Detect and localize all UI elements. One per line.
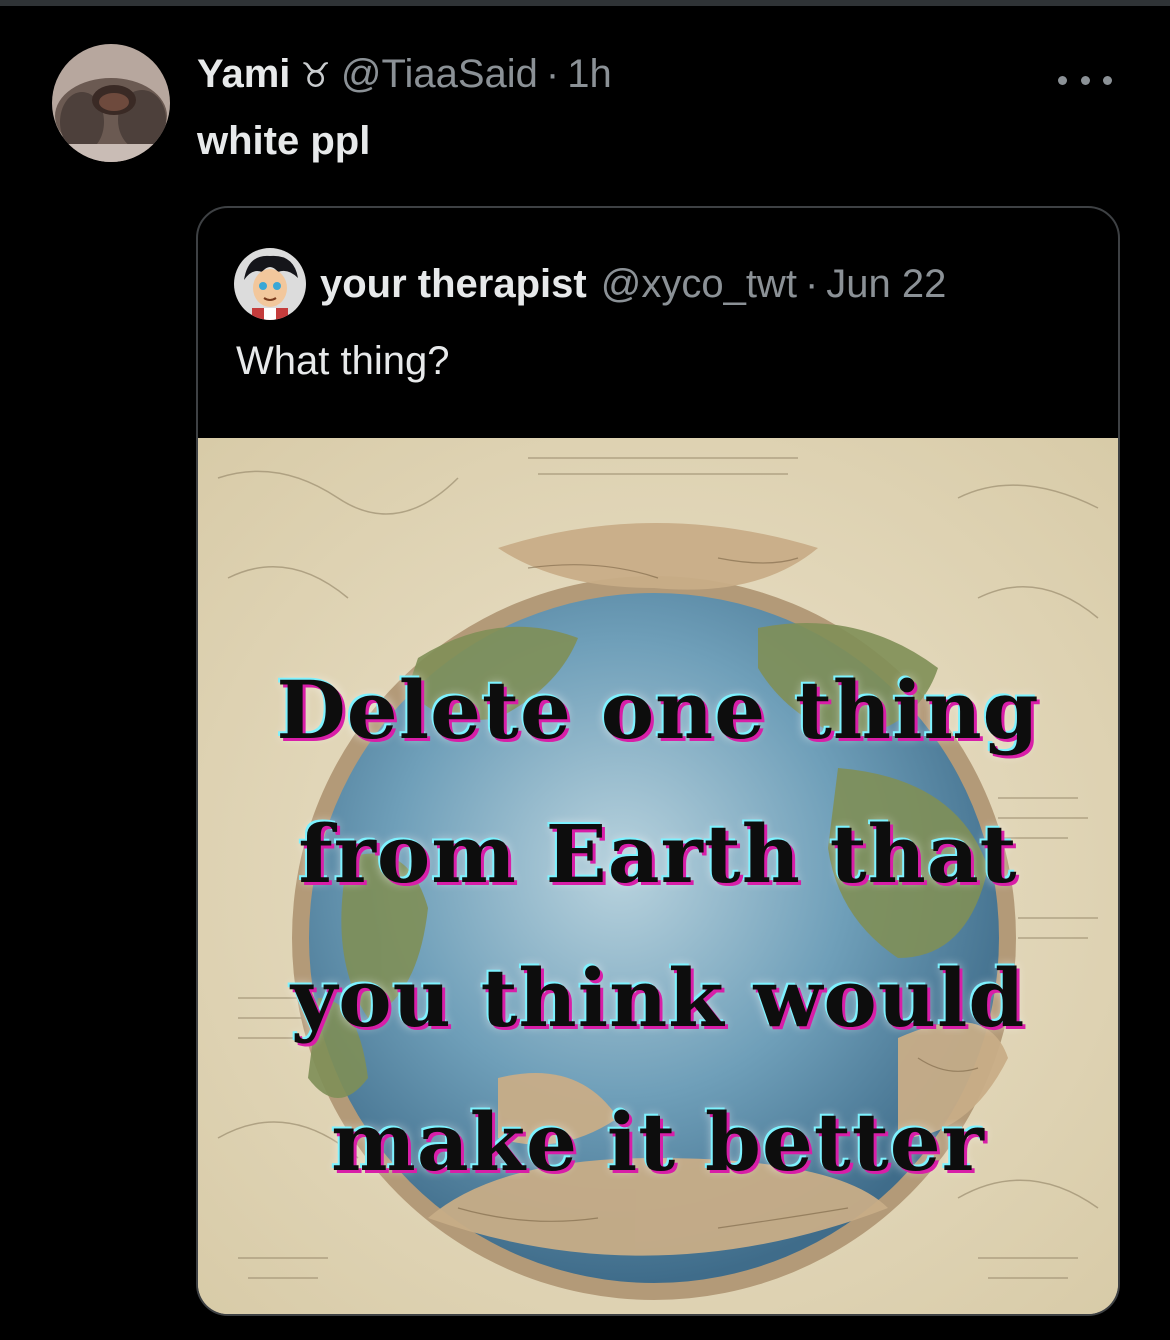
tweet[interactable]: Yami ♉ @TiaaSaid · 1h white ppl your the…: [0, 6, 1170, 1340]
overlay-line: you think would: [290, 951, 1026, 1045]
more-horizontal-icon: [1058, 75, 1067, 85]
header-separator: ·: [545, 52, 560, 96]
author-avatar-image: [52, 44, 170, 162]
overlay-line: from Earth that: [298, 807, 1018, 901]
quoted-tweet-header: your therapist @xyco_twt · Jun 22: [234, 248, 946, 320]
quoted-tweet-date[interactable]: Jun 22: [826, 262, 946, 307]
overlay-line: Delete one thing: [276, 663, 1040, 757]
quoted-author-avatar[interactable]: [234, 248, 306, 320]
quoted-author-handle[interactable]: @xyco_twt: [601, 262, 797, 307]
author-avatar[interactable]: [52, 44, 170, 162]
overlay-line: make it better: [331, 1095, 985, 1189]
taurus-emoji-icon: ♉: [300, 57, 331, 95]
more-options-button[interactable]: [1058, 68, 1112, 92]
quoted-tweet-image[interactable]: Delete one thing from Earth that you thi…: [198, 438, 1118, 1314]
quoted-header-separator: ·: [804, 261, 819, 306]
image-overlay-text: Delete one thing from Earth that you thi…: [198, 638, 1118, 1214]
quoted-tweet-card[interactable]: your therapist @xyco_twt · Jun 22 What t…: [196, 206, 1120, 1316]
more-horizontal-icon-dot: [1080, 75, 1090, 85]
author-handle[interactable]: @TiaaSaid: [341, 50, 538, 98]
tweet-header: Yami ♉ @TiaaSaid · 1h: [197, 50, 612, 100]
more-horizontal-icon-dot: [1103, 75, 1112, 85]
quoted-author-avatar-image: [234, 248, 306, 320]
author-display-name[interactable]: Yami: [197, 50, 290, 98]
quoted-tweet-text: What thing?: [236, 339, 450, 383]
tweet-text: white ppl: [197, 119, 371, 163]
tweet-timestamp[interactable]: 1h: [567, 50, 612, 98]
quoted-author-display-name[interactable]: your therapist: [320, 262, 587, 307]
